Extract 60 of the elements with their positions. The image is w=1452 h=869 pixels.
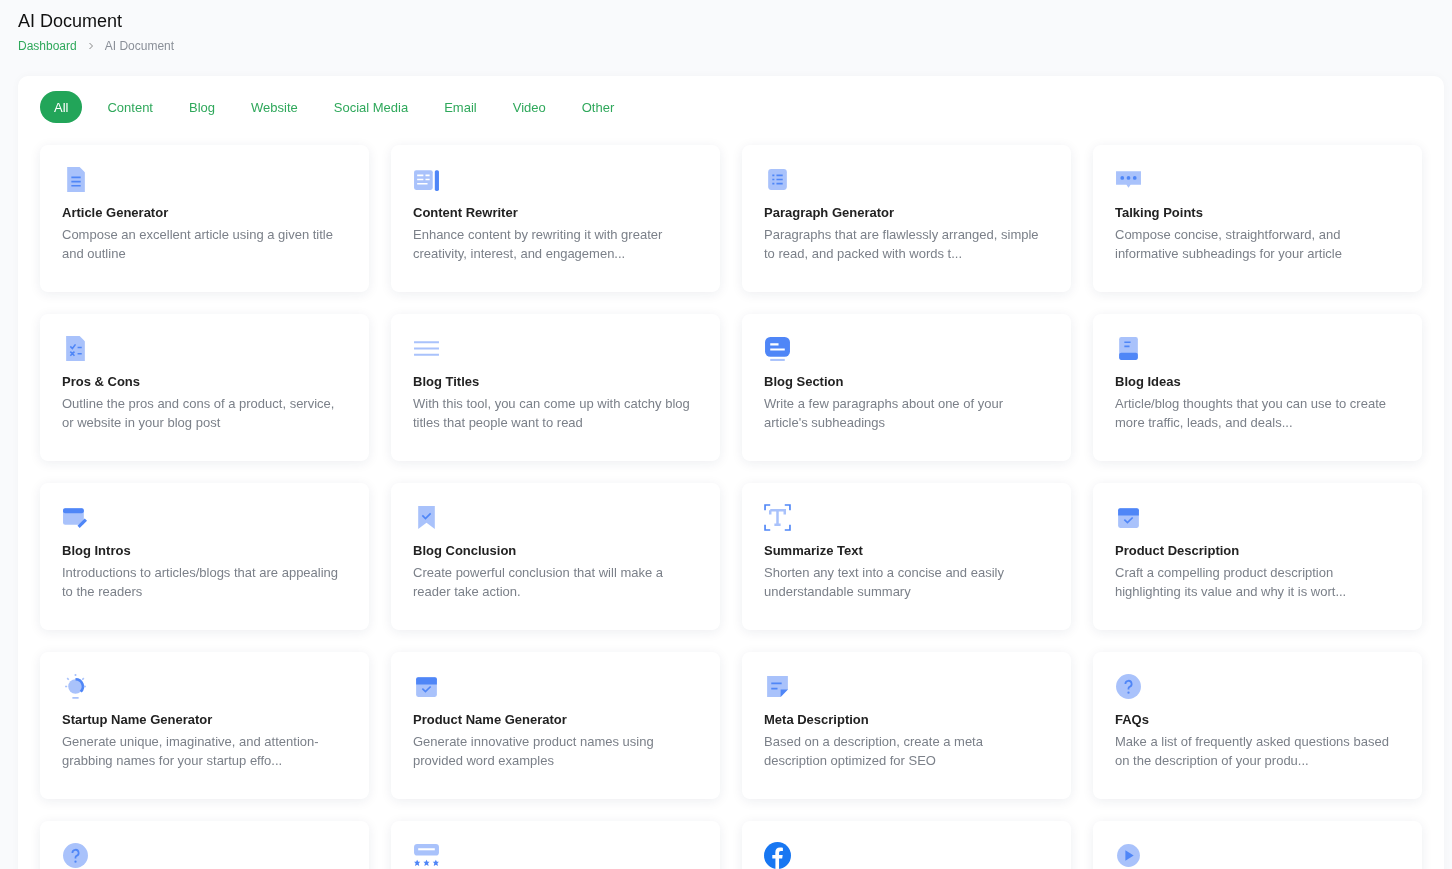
card-title: Meta Description (764, 712, 870, 727)
card-description: Shorten any text into a concise and easily understandable summary (764, 564, 1005, 601)
card-title: Article Generator (62, 205, 170, 220)
tool-card[interactable]: Startup Name Generator Generate unique, imaginative, and attention-grabbing names for your startup effo... (40, 652, 369, 799)
note-icon (764, 673, 791, 700)
tool-card[interactable]: Content Rewriter Enhance content by rewriting it with greater creativity, interest, and engagemen... (391, 145, 720, 292)
question-icon (62, 842, 89, 869)
card-title: Product Name Generator (413, 712, 568, 727)
card-description: Compose concise, straightforward, and informative subheadings for your article (1115, 226, 1343, 263)
card-title: Paragraph Generator (764, 205, 896, 220)
card-title: Content Rewriter (413, 205, 519, 220)
tool-card[interactable]: Blog Ideas Article/blog thoughts that you can use to create more traffic, leads, and deals... (1093, 314, 1422, 461)
card-title: Blog Conclusion (413, 543, 518, 558)
card-title: Talking Points (1115, 205, 1204, 220)
tool-card[interactable]: Meta Description Based on a description, create a meta description optimized for SEO (742, 652, 1071, 799)
card-title: Blog Section (764, 374, 845, 389)
text-frame-icon (764, 504, 791, 531)
tool-card[interactable]: Product Description Craft a compelling product description highlighting its value and why it is wort... (1093, 483, 1422, 630)
card-description: Generate unique, imaginative, and attention-grabbing names for your startup effo... (62, 733, 320, 770)
card-title: Summarize Text (764, 543, 864, 558)
tool-card[interactable]: Blog Conclusion Create powerful conclusion that will make a reader take action. (391, 483, 720, 630)
card-description: Enhance content by rewriting it with greater creativity, interest, and engagemen... (413, 226, 664, 263)
question-icon (1115, 673, 1142, 700)
tool-card[interactable]: Summarize Text Shorten any text into a concise and easily understandable summary (742, 483, 1071, 630)
card-description: Compose an excellent article using a given title and outline (62, 226, 334, 263)
card-title: FAQs (1115, 712, 1150, 727)
card-description: Write a few paragraphs about one of your article's subheadings (764, 395, 1004, 432)
card-title: Blog Ideas (1115, 374, 1182, 389)
tool-card[interactable]: Blog Section Write a few paragraphs about one of your article's subheadings (742, 314, 1071, 461)
tool-card[interactable]: Blog Titles With this tool, you can come up with catchy blog titles that people want to read (391, 314, 720, 461)
card-description: With this tool, you can come up with catchy blog titles that people want to read (413, 395, 691, 432)
card-description: Introductions to articles/blogs that are appealing to the readers (62, 564, 340, 601)
chevron-right-icon (86, 42, 95, 50)
card-description: Outline the pros and cons of a product, service, or website in your blog post (62, 395, 336, 432)
card-description: Create powerful conclusion that will make a reader take action. (413, 564, 664, 601)
card-description: Craft a compelling product description highlighting its value and why it is wort... (1115, 564, 1348, 601)
page-title: AI Document (18, 10, 124, 32)
rating-card-icon (413, 842, 440, 869)
facebook-icon (764, 842, 791, 869)
tool-card[interactable]: Pros & Cons Outline the pros and cons of a product, service, or website in your blog post (40, 314, 369, 461)
card-title: Startup Name Generator (62, 712, 214, 727)
card-description: Based on a description, create a meta description optimized for SEO (764, 733, 984, 770)
card-description: Generate innovative product names using provided word examples (413, 733, 655, 770)
lightbulb-icon (62, 673, 89, 700)
tool-card[interactable]: FAQs Make a list of frequently asked questions based on the description of your produ... (1093, 652, 1422, 799)
message-icon (764, 335, 791, 362)
card-title: Blog Titles (413, 374, 481, 389)
tool-card[interactable]: Paragraph Generator Paragraphs that are flawlessly arranged, simple to read, and packed with words t... (742, 145, 1071, 292)
card-description: Paragraphs that are flawlessly arranged, simple to read, and packed with words t... (764, 226, 1040, 263)
tool-card[interactable]: Talking Points Compose concise, straightforward, and informative subheadings for your article (1093, 145, 1422, 292)
tool-card[interactable]: Product Name Generator Generate innovative product names using provided word examples (391, 652, 720, 799)
card-title: Pros & Cons (62, 374, 141, 389)
tool-card[interactable]: Blog Intros Introductions to articles/blogs that are appealing to the readers (40, 483, 369, 630)
card-title: Product Description (1115, 543, 1241, 558)
tool-card[interactable]: Article Generator Compose an excellent article using a given title and outline (40, 145, 369, 292)
card-description: Article/blog thoughts that you can use to create more traffic, leads, and deals... (1115, 395, 1387, 432)
breadcrumb-current: AI Document (104, 39, 175, 53)
card-title: Blog Intros (62, 543, 132, 558)
play-icon (1115, 842, 1142, 869)
card-description: Make a list of frequently asked questions based on the description of your produ... (1115, 733, 1390, 770)
